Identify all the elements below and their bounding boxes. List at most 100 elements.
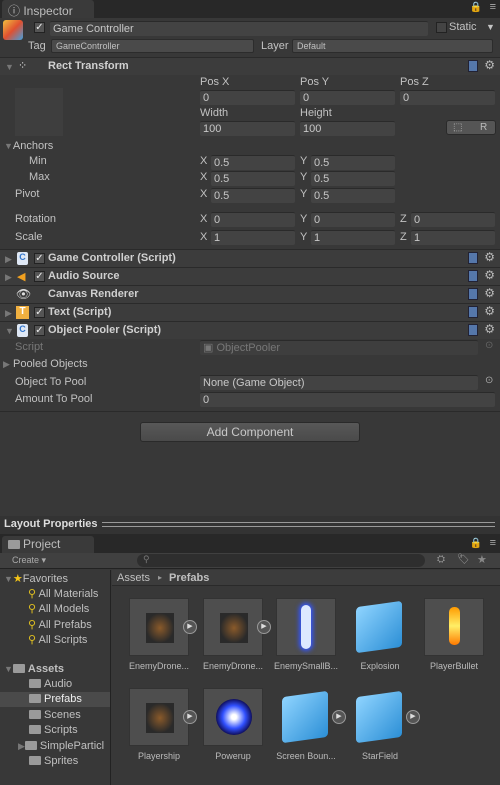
rect-transform-header[interactable]: ▼ ⁘ Rect Transform ⚙: [0, 57, 500, 75]
scale-x-input[interactable]: 1: [211, 230, 295, 245]
label-icon[interactable]: 🏷: [457, 554, 470, 565]
rotation-x-input[interactable]: 0: [211, 212, 295, 227]
layer-dropdown[interactable]: Default: [292, 39, 493, 53]
folder-sprites[interactable]: Sprites: [29, 755, 78, 767]
collapse-arrow-icon[interactable]: ▼: [5, 326, 14, 336]
favorite-all-materials[interactable]: ⚲ All Materials: [28, 587, 98, 600]
play-icon[interactable]: ▶: [332, 710, 346, 724]
width-input[interactable]: 100: [200, 121, 295, 136]
scale-z-input[interactable]: 1: [411, 230, 495, 245]
max-y-input[interactable]: 0.5: [311, 171, 395, 186]
blueprint-raw-toggle[interactable]: ⬚ R: [446, 120, 496, 135]
folder-simpleparticles[interactable]: ▶ SimpleParticl: [18, 740, 110, 752]
folder-scenes[interactable]: Scenes: [29, 709, 81, 721]
play-icon[interactable]: ▶: [406, 710, 420, 724]
search-input[interactable]: ⚲: [137, 554, 425, 567]
component-header-text[interactable]: ▶ T ✓ Text (Script) ⚙: [0, 303, 500, 321]
pooled-objects-foldout[interactable]: ▶ Pooled Objects: [3, 358, 88, 370]
pivot-x-input[interactable]: 0.5: [211, 188, 295, 203]
reference-icon[interactable]: [468, 60, 478, 72]
favorite-all-prefabs[interactable]: ⚲ All Prefabs: [28, 618, 92, 631]
reference-icon[interactable]: [468, 252, 478, 264]
favorite-all-scripts[interactable]: ⚲ All Scripts: [28, 633, 87, 646]
layout-properties-bar[interactable]: Layout Properties: [0, 516, 500, 534]
enabled-checkbox[interactable]: ✓: [34, 325, 45, 336]
tab-project[interactable]: Project: [2, 536, 94, 553]
enabled-checkbox[interactable]: ✓: [34, 271, 45, 282]
menu-icon[interactable]: ≡: [490, 537, 496, 549]
reference-icon[interactable]: [468, 270, 478, 282]
tab-inspector[interactable]: ⓘ Inspector: [2, 0, 94, 18]
max-x-input[interactable]: 0.5: [211, 171, 295, 186]
enabled-checkbox[interactable]: ✓: [34, 253, 45, 264]
min-x-input[interactable]: 0.5: [211, 155, 295, 170]
info-icon: ⓘ: [8, 4, 24, 18]
static-dropdown-icon[interactable]: ▼: [486, 22, 495, 32]
scale-y-input[interactable]: 1: [311, 230, 395, 245]
lock-icon[interactable]: 🔒: [470, 2, 482, 13]
assets-foldout[interactable]: ▼ Assets: [4, 663, 64, 675]
rotation-label: Rotation: [15, 213, 56, 225]
star-icon[interactable]: ★: [477, 553, 487, 566]
breadcrumb-assets[interactable]: Assets: [117, 572, 150, 584]
raw-edit-button[interactable]: R: [480, 122, 487, 133]
favorites-foldout[interactable]: ▼★Favorites: [4, 572, 68, 585]
play-icon[interactable]: ▶: [257, 620, 271, 634]
prefab-thumbnail: [424, 598, 484, 656]
rotation-z-input[interactable]: 0: [411, 212, 495, 227]
folder-scripts[interactable]: Scripts: [29, 724, 78, 736]
gear-icon[interactable]: ⚙: [484, 268, 495, 282]
expand-arrow-icon[interactable]: ▶: [5, 272, 12, 283]
rotation-y-input[interactable]: 0: [311, 212, 395, 227]
min-label: Min: [29, 155, 47, 167]
blueprint-icon[interactable]: ⬚: [453, 122, 462, 133]
play-icon[interactable]: ▶: [183, 620, 197, 634]
component-header-object-pooler[interactable]: ▼ C ✓ Object Pooler (Script) ⚙: [0, 321, 500, 339]
pos-x-input[interactable]: 0: [200, 90, 295, 105]
folder-audio[interactable]: Audio: [29, 678, 72, 690]
expand-arrow-icon[interactable]: ▶: [5, 308, 12, 319]
pivot-y-input[interactable]: 0.5: [311, 188, 395, 203]
pos-y-input[interactable]: 0: [300, 90, 395, 105]
component-header-audio-source[interactable]: ▶ ◀ ✓ Audio Source ⚙: [0, 267, 500, 285]
gear-icon[interactable]: ⚙: [484, 250, 495, 264]
component-header-canvas-renderer[interactable]: 👁 Canvas Renderer ⚙: [0, 285, 500, 303]
object-to-pool-field[interactable]: None (Game Object): [200, 375, 478, 390]
active-checkbox[interactable]: ✓: [34, 22, 45, 33]
anchor-presets[interactable]: [15, 88, 63, 136]
gear-icon[interactable]: ⚙: [484, 304, 495, 318]
lock-icon[interactable]: 🔒: [470, 538, 482, 549]
pos-x-label: Pos X: [200, 76, 230, 88]
enabled-checkbox[interactable]: ✓: [34, 307, 45, 318]
component-header-game-controller[interactable]: ▶ C ✓ Game Controller (Script) ⚙: [0, 249, 500, 267]
gear-icon[interactable]: ⚙: [484, 286, 495, 300]
anchors-foldout[interactable]: ▼Anchors: [4, 140, 53, 152]
drag-handle[interactable]: [102, 522, 495, 527]
gear-icon[interactable]: ⚙: [484, 322, 495, 336]
add-component-button[interactable]: Add Component: [140, 422, 360, 442]
tag-dropdown[interactable]: GameController: [51, 39, 254, 53]
play-icon[interactable]: ▶: [183, 710, 197, 724]
speaker-icon: ◀: [17, 271, 26, 283]
favorite-all-models[interactable]: ⚲ All Models: [28, 602, 89, 615]
filter-by-type-icon[interactable]: ⛭: [437, 554, 445, 565]
reference-icon[interactable]: [468, 306, 478, 318]
create-dropdown[interactable]: Create ▾: [12, 555, 46, 566]
project-tree: ▼★Favorites ⚲ All Materials ⚲ All Models…: [0, 570, 111, 785]
pos-z-input[interactable]: 0: [400, 90, 495, 105]
height-input[interactable]: 100: [300, 121, 395, 136]
gear-icon[interactable]: ⚙: [484, 58, 495, 72]
static-checkbox[interactable]: [436, 22, 447, 33]
menu-icon[interactable]: ≡: [490, 1, 496, 13]
breadcrumb-prefabs[interactable]: Prefabs: [169, 572, 209, 584]
amount-to-pool-input[interactable]: 0: [200, 392, 495, 407]
folder-prefabs[interactable]: Prefabs: [29, 693, 82, 705]
object-name-input[interactable]: Game Controller: [50, 21, 428, 36]
object-picker-icon[interactable]: ⊙: [485, 375, 493, 386]
collapse-arrow-icon[interactable]: ▼: [5, 62, 14, 72]
expand-arrow-icon[interactable]: ▶: [5, 254, 12, 265]
min-y-input[interactable]: 0.5: [311, 155, 395, 170]
folder-icon: [29, 710, 41, 719]
reference-icon[interactable]: [468, 324, 478, 336]
reference-icon[interactable]: [468, 288, 478, 300]
